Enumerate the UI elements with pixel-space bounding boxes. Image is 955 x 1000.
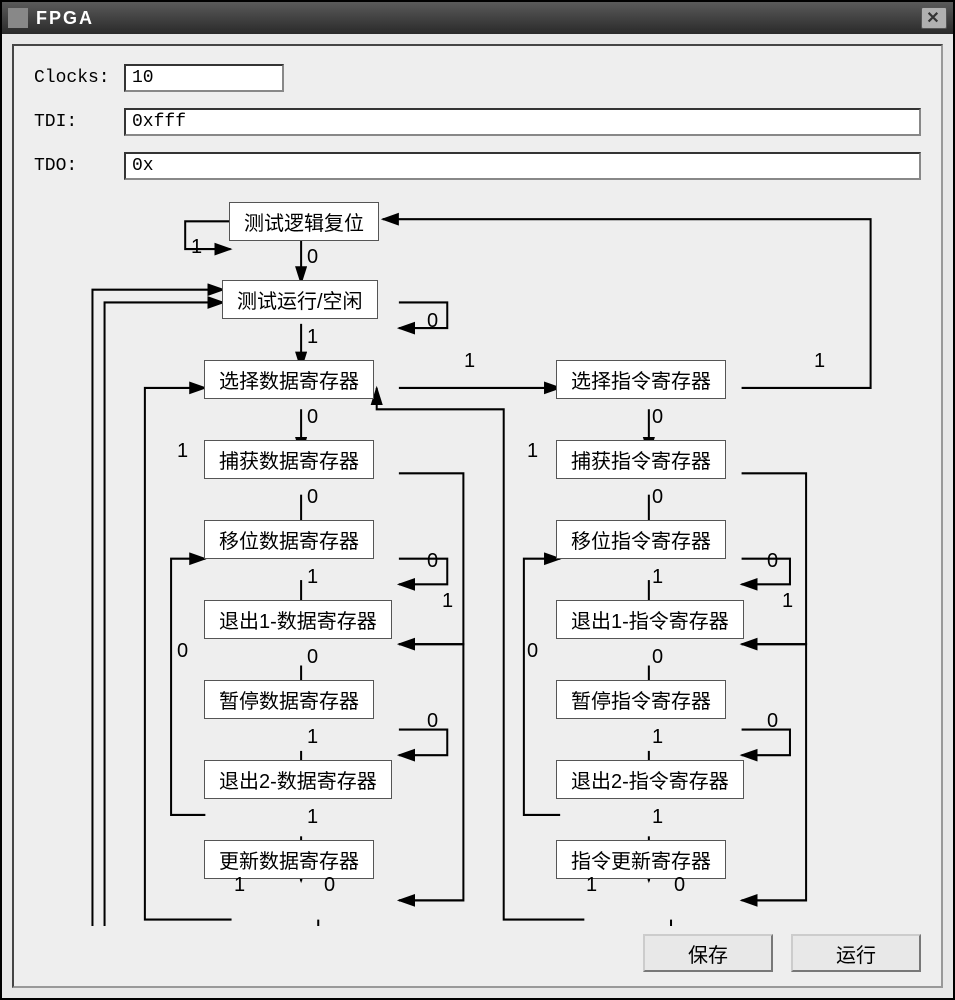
edge-selir-reset: 1	[814, 350, 825, 373]
edge-upddr-seldr-1: 1	[234, 874, 245, 897]
edge-ex1ir-pause: 0	[652, 646, 663, 669]
edge-capir-ex1-1: 1	[527, 440, 538, 463]
tdi-row: TDI:	[34, 108, 921, 136]
edge-ex1dr-pause: 0	[307, 646, 318, 669]
state-sel-dr: 选择数据寄存器	[204, 360, 374, 399]
clocks-input[interactable]	[124, 64, 284, 92]
edge-shiftdr-ex1: 1	[307, 566, 318, 589]
tdo-label: TDO:	[34, 156, 124, 176]
clocks-label: Clocks:	[34, 68, 124, 88]
state-exit2-ir: 退出2-指令寄存器	[556, 760, 744, 799]
state-shift-ir: 移位指令寄存器	[556, 520, 726, 559]
edge-updir-idle-0: 0	[674, 874, 685, 897]
tdi-label: TDI:	[34, 112, 124, 132]
edge-ex1dr-upd-1: 1	[442, 590, 453, 613]
edge-pausedr-ex2: 1	[307, 726, 318, 749]
state-shift-dr: 移位数据寄存器	[204, 520, 374, 559]
state-pause-dr: 暂停数据寄存器	[204, 680, 374, 719]
state-idle: 测试运行/空闲	[222, 280, 378, 319]
clocks-row: Clocks:	[34, 64, 921, 92]
state-exit2-dr: 退出2-数据寄存器	[204, 760, 392, 799]
state-update-ir: 指令更新寄存器	[556, 840, 726, 879]
app-icon	[8, 8, 28, 28]
tdo-row: TDO:	[34, 152, 921, 180]
edge-ex2dr-shift-0: 0	[177, 640, 188, 663]
state-exit1-ir: 退出1-指令寄存器	[556, 600, 744, 639]
edge-shiftir-ex1: 1	[652, 566, 663, 589]
save-button[interactable]: 保存	[643, 934, 773, 972]
titlebar: FPGA ✕	[2, 2, 953, 34]
state-cap-ir: 捕获指令寄存器	[556, 440, 726, 479]
edge-pauseir-self: 0	[767, 710, 778, 733]
edge-seldr-capdr: 0	[307, 406, 318, 429]
tdi-input[interactable]	[124, 108, 921, 136]
edge-reset-idle: 0	[307, 246, 318, 269]
edge-ex2ir-shift-0: 0	[527, 640, 538, 663]
tdo-input[interactable]	[124, 152, 921, 180]
edge-idle-self: 0	[427, 310, 438, 333]
window-title: FPGA	[36, 8, 94, 29]
edge-updir-seldr-1: 1	[586, 874, 597, 897]
edge-idle-seldr: 1	[307, 326, 318, 349]
edge-capir-shiftir: 0	[652, 486, 663, 509]
state-pause-ir: 暂停指令寄存器	[556, 680, 726, 719]
run-button[interactable]: 运行	[791, 934, 921, 972]
state-update-dr: 更新数据寄存器	[204, 840, 374, 879]
edge-ex1ir-upd-1: 1	[782, 590, 793, 613]
edge-pausedr-self: 0	[427, 710, 438, 733]
content-frame: Clocks: TDI: TDO:	[12, 44, 943, 988]
state-exit1-dr: 退出1-数据寄存器	[204, 600, 392, 639]
footer-buttons: 保存 运行	[34, 934, 921, 972]
edge-seldr-selir: 1	[464, 350, 475, 373]
diagram-edges	[34, 200, 921, 926]
edge-selir-capir: 0	[652, 406, 663, 429]
fpga-window: FPGA ✕ Clocks: TDI: TDO:	[0, 0, 955, 1000]
edge-capdr-shiftdr: 0	[307, 486, 318, 509]
edge-shiftdr-self: 0	[427, 550, 438, 573]
tap-state-diagram: 测试逻辑复位 测试运行/空闲 选择数据寄存器 捕获数据寄存器 移位数据寄存器 退…	[34, 200, 921, 926]
edge-shiftir-self: 0	[767, 550, 778, 573]
edge-ex2ir-upd: 1	[652, 806, 663, 829]
edge-capdr-ex1-1: 1	[177, 440, 188, 463]
state-sel-ir: 选择指令寄存器	[556, 360, 726, 399]
close-icon[interactable]: ✕	[921, 7, 947, 29]
edge-upddr-idle-0: 0	[324, 874, 335, 897]
state-reset: 测试逻辑复位	[229, 202, 379, 241]
edge-reset-self: 1	[191, 236, 202, 259]
edge-pauseir-ex2: 1	[652, 726, 663, 749]
state-cap-dr: 捕获数据寄存器	[204, 440, 374, 479]
edge-ex2dr-upd: 1	[307, 806, 318, 829]
